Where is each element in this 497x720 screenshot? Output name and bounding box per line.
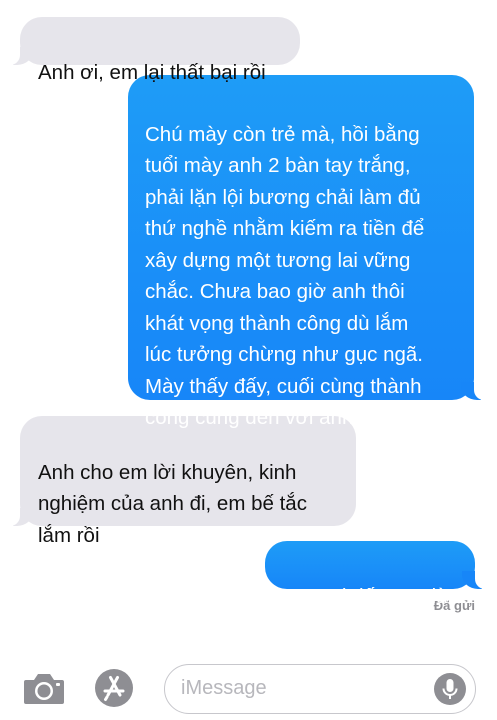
- message-text: anh lấy vợ giàu: [319, 584, 459, 608]
- message-input-container: [164, 664, 476, 714]
- compose-bar: [0, 650, 497, 720]
- camera-icon: [24, 674, 64, 704]
- app-store-button[interactable]: [94, 668, 134, 708]
- dictation-button[interactable]: [434, 673, 466, 705]
- message-thread: Anh ơi, em lại thất bại rồi Chú mày còn …: [0, 0, 497, 650]
- incoming-message-bubble[interactable]: Anh cho em lời khuyên, kinh nghiệm của a…: [9, 416, 356, 547]
- app-store-icon: [95, 669, 133, 707]
- outgoing-message-bubble[interactable]: anh lấy vợ giàu: [265, 541, 486, 608]
- microphone-icon: [442, 679, 458, 699]
- message-input[interactable]: [181, 665, 431, 712]
- incoming-message-bubble[interactable]: Anh ơi, em lại thất bại rồi: [9, 17, 300, 84]
- message-text: Anh ơi, em lại thất bại rồi: [38, 60, 266, 84]
- camera-button[interactable]: [22, 670, 66, 706]
- message-text: Anh cho em lời khuyên, kinh nghiệm của a…: [38, 460, 307, 547]
- outgoing-message-bubble[interactable]: Chú mày còn trẻ mà, hồi bằng tuổi mày an…: [128, 75, 485, 429]
- message-text: Chú mày còn trẻ mà, hồi bằng tuổi mày an…: [145, 122, 425, 430]
